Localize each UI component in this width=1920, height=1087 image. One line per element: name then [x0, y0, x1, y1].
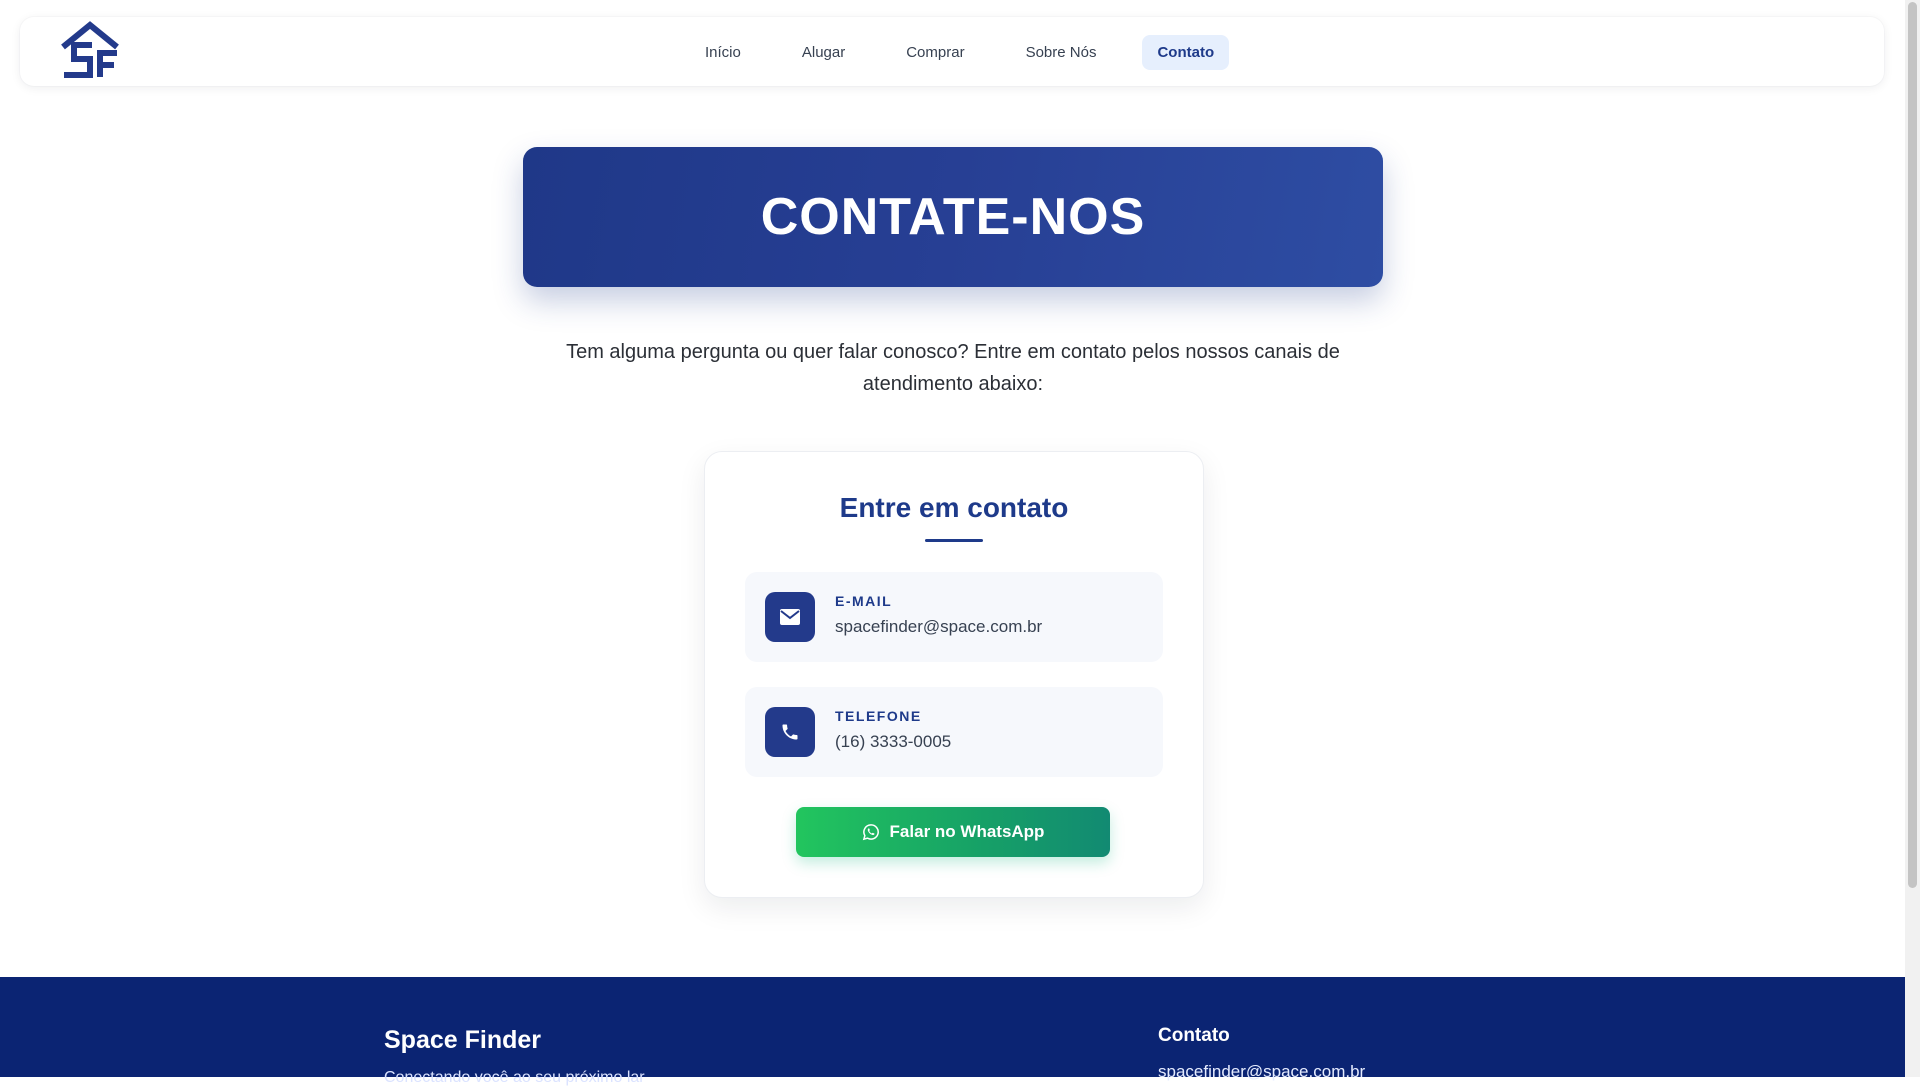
footer-tagline: Conectando você ao seu próximo lar [384, 1069, 645, 1086]
intro-text: Tem alguma pergunta ou quer falar conosc… [566, 341, 1340, 395]
envelope-icon [765, 592, 815, 642]
nav-link-contato[interactable]: Contato [1142, 35, 1230, 70]
navbar: Início Alugar Comprar Sobre Nós Contato [20, 17, 1884, 86]
scrollbar-thumb[interactable] [1908, 2, 1917, 888]
whatsapp-button-label: Falar no WhatsApp [889, 822, 1045, 841]
email-value[interactable]: spacefinder@space.com.br [835, 617, 1042, 637]
footer-contact-heading: Contato [1158, 1025, 1230, 1046]
footer-contact-email[interactable]: spacefinder@space.com.br [1158, 1062, 1365, 1082]
nav-link-alugar[interactable]: Alugar [787, 35, 860, 70]
phone-icon [765, 707, 815, 757]
contact-card: Entre em contato E-MAIL spacefinder@spac… [704, 451, 1204, 898]
email-info-box: E-MAIL spacefinder@space.com.br [745, 572, 1163, 662]
hero-banner: CONTATE-NOS [523, 147, 1383, 287]
phone-value[interactable]: (16) 3333-0005 [835, 732, 951, 752]
phone-label: TELEFONE [835, 708, 922, 724]
contact-card-title: Entre em contato [839, 492, 1069, 523]
whatsapp-button[interactable]: Falar no WhatsApp [796, 807, 1110, 857]
nav-link-inicio[interactable]: Início [690, 35, 756, 70]
footer-brand: Space Finder [384, 1026, 541, 1054]
page-scrollbar[interactable] [1905, 0, 1920, 1077]
main-nav: Início Alugar Comprar Sobre Nós Contato [690, 35, 1230, 70]
nav-link-comprar[interactable]: Comprar [891, 35, 979, 70]
space-finder-logo-icon[interactable] [60, 21, 120, 81]
page-title: CONTATE-NOS [760, 188, 1146, 246]
email-label: E-MAIL [835, 593, 893, 609]
nav-link-sobre-nos[interactable]: Sobre Nós [1011, 35, 1112, 70]
footer: Space Finder Conectando você ao seu próx… [0, 977, 1905, 1086]
title-underline [925, 539, 983, 542]
phone-info-box: TELEFONE (16) 3333-0005 [745, 687, 1163, 777]
whatsapp-icon [862, 823, 880, 841]
